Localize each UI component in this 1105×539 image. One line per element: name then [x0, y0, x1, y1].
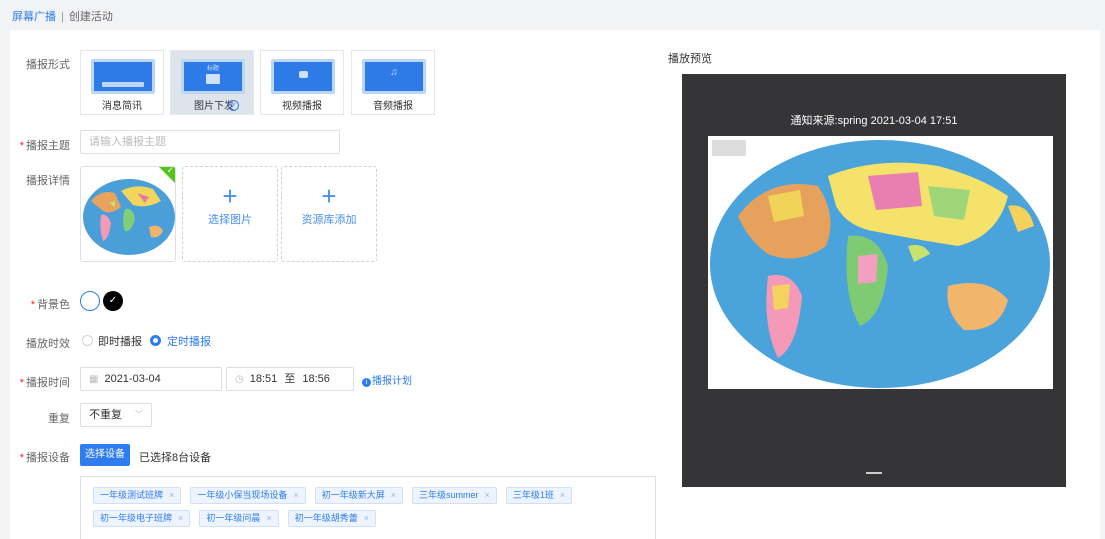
plus-icon: +: [222, 181, 238, 211]
radio-instant-label[interactable]: 即时播报: [98, 333, 142, 349]
date-picker[interactable]: ▦ 2021-03-04: [80, 367, 222, 391]
close-icon[interactable]: ×: [391, 490, 396, 500]
close-icon[interactable]: ×: [364, 513, 369, 523]
device-tag: 初一年级新大屏 ×: [314, 487, 403, 504]
video-thumb-icon: [271, 59, 335, 94]
plus-icon: +: [321, 181, 337, 211]
device-tag: 三年级summer ×: [412, 487, 497, 504]
type-card-audio[interactable]: ♫ 音频播报: [351, 50, 435, 115]
close-icon[interactable]: ×: [293, 490, 298, 500]
device-label: * 播报设备: [19, 452, 70, 464]
message-thumb-icon: [91, 59, 155, 94]
breadcrumb-current: 创建活动: [68, 11, 113, 23]
broadcast-plan-label: 播报计划: [372, 376, 412, 387]
bg-swatch-black[interactable]: ✓: [103, 291, 123, 311]
info-icon: i: [362, 378, 371, 387]
close-icon[interactable]: ×: [169, 490, 174, 500]
breadcrumb: 屏幕广播 | 创建活动: [12, 8, 113, 24]
effect-label: 播放时效: [26, 338, 70, 350]
device-tag: 三年级1班 ×: [505, 487, 573, 504]
type-label: 播报形式: [26, 59, 70, 71]
radio-instant[interactable]: [82, 335, 93, 346]
type-card-image[interactable]: 标题 图片下发 ✓: [170, 50, 254, 115]
chevron-down-icon: ﹀: [135, 410, 143, 419]
close-icon[interactable]: ×: [560, 490, 565, 500]
preview-image: [708, 136, 1053, 389]
bg-color-label: * 背景色: [30, 299, 70, 311]
time-start: 18:51: [249, 373, 278, 385]
calendar-icon: ▦: [89, 374, 99, 385]
close-icon[interactable]: ×: [485, 490, 490, 500]
preview-screen: 通知来源:spring 2021-03-04 17:51: [682, 74, 1066, 487]
bg-swatch-white[interactable]: [80, 291, 100, 311]
time-end: 18:56: [302, 373, 330, 385]
radio-scheduled[interactable]: [150, 335, 161, 346]
detail-image-thumbnail[interactable]: ✓: [80, 166, 176, 262]
device-tag: 一年级测试班牌 ×: [93, 487, 182, 504]
repeat-label: 重复: [48, 413, 70, 425]
check-icon: ✓: [108, 295, 118, 306]
device-tag: 初一年级胡秀蕾 ×: [287, 510, 376, 527]
subject-input[interactable]: 请输入播报主题: [80, 130, 340, 154]
time-range-picker[interactable]: ◷ 18:51 至 18:56: [226, 367, 354, 391]
preview-header: 通知来源:spring 2021-03-04 17:51: [790, 115, 958, 127]
library-add-button[interactable]: + 资源库添加: [281, 166, 377, 262]
select-image-button[interactable]: + 选择图片: [182, 166, 278, 262]
subject-placeholder: 请输入播报主题: [89, 136, 166, 148]
world-map-image: [708, 136, 1053, 389]
image-thumb-icon: 标题: [181, 59, 245, 94]
radio-scheduled-label[interactable]: 定时播报: [167, 333, 211, 349]
detail-label: 播报详情: [26, 175, 70, 187]
type-card-message[interactable]: 消息简讯: [80, 50, 164, 115]
repeat-select[interactable]: 不重复 ﹀: [80, 403, 152, 427]
close-icon[interactable]: ×: [178, 513, 183, 523]
create-activity-panel: 播报形式 消息简讯 标题 图片下发 ✓ 视频播报 ♫ 音频播报 * 播报主题 请输…: [10, 30, 1100, 539]
close-icon[interactable]: ×: [266, 513, 271, 523]
device-tag: 初一年级电子班牌 ×: [93, 510, 191, 527]
time-separator: 至: [284, 373, 296, 385]
subject-label: * 播报主题: [19, 140, 70, 152]
breadcrumb-separator: |: [61, 11, 64, 23]
music-note-icon: ♫: [390, 67, 398, 78]
type-card-label: 图片下发: [194, 101, 234, 112]
repeat-value: 不重复: [89, 409, 122, 421]
device-tag: 一年级小保当现场设备 ×: [190, 487, 306, 504]
type-card-video[interactable]: 视频播报: [260, 50, 344, 115]
preview-indicator: [866, 472, 882, 474]
select-image-label: 选择图片: [208, 214, 252, 226]
type-card-label: 音频播报: [373, 101, 413, 112]
image-thumb-title: 标题: [206, 66, 219, 72]
library-add-label: 资源库添加: [301, 214, 357, 226]
audio-thumb-icon: ♫: [362, 59, 426, 94]
select-device-button[interactable]: 选择设备: [80, 444, 130, 466]
broadcast-plan-link[interactable]: i 播报计划: [362, 372, 412, 387]
time-label: * 播报时间: [19, 377, 70, 389]
type-card-label: 视频播报: [282, 101, 322, 112]
device-tag: 初一年级问晨 ×: [199, 510, 279, 527]
preview-title: 播放预览: [668, 53, 712, 65]
date-value: 2021-03-04: [104, 373, 161, 385]
selected-check-icon: ✓: [228, 100, 239, 111]
device-tag-list: 一年级测试班牌 × 一年级小保当现场设备 × 初一年级新大屏 × 三年级summer ×…: [80, 476, 656, 539]
type-card-label: 消息简讯: [102, 101, 142, 112]
device-count: 已选择8台设备: [139, 452, 212, 464]
breadcrumb-parent-link[interactable]: 屏幕广播: [12, 11, 56, 23]
check-icon: ✓: [166, 166, 174, 175]
clock-icon: ◷: [235, 374, 244, 385]
